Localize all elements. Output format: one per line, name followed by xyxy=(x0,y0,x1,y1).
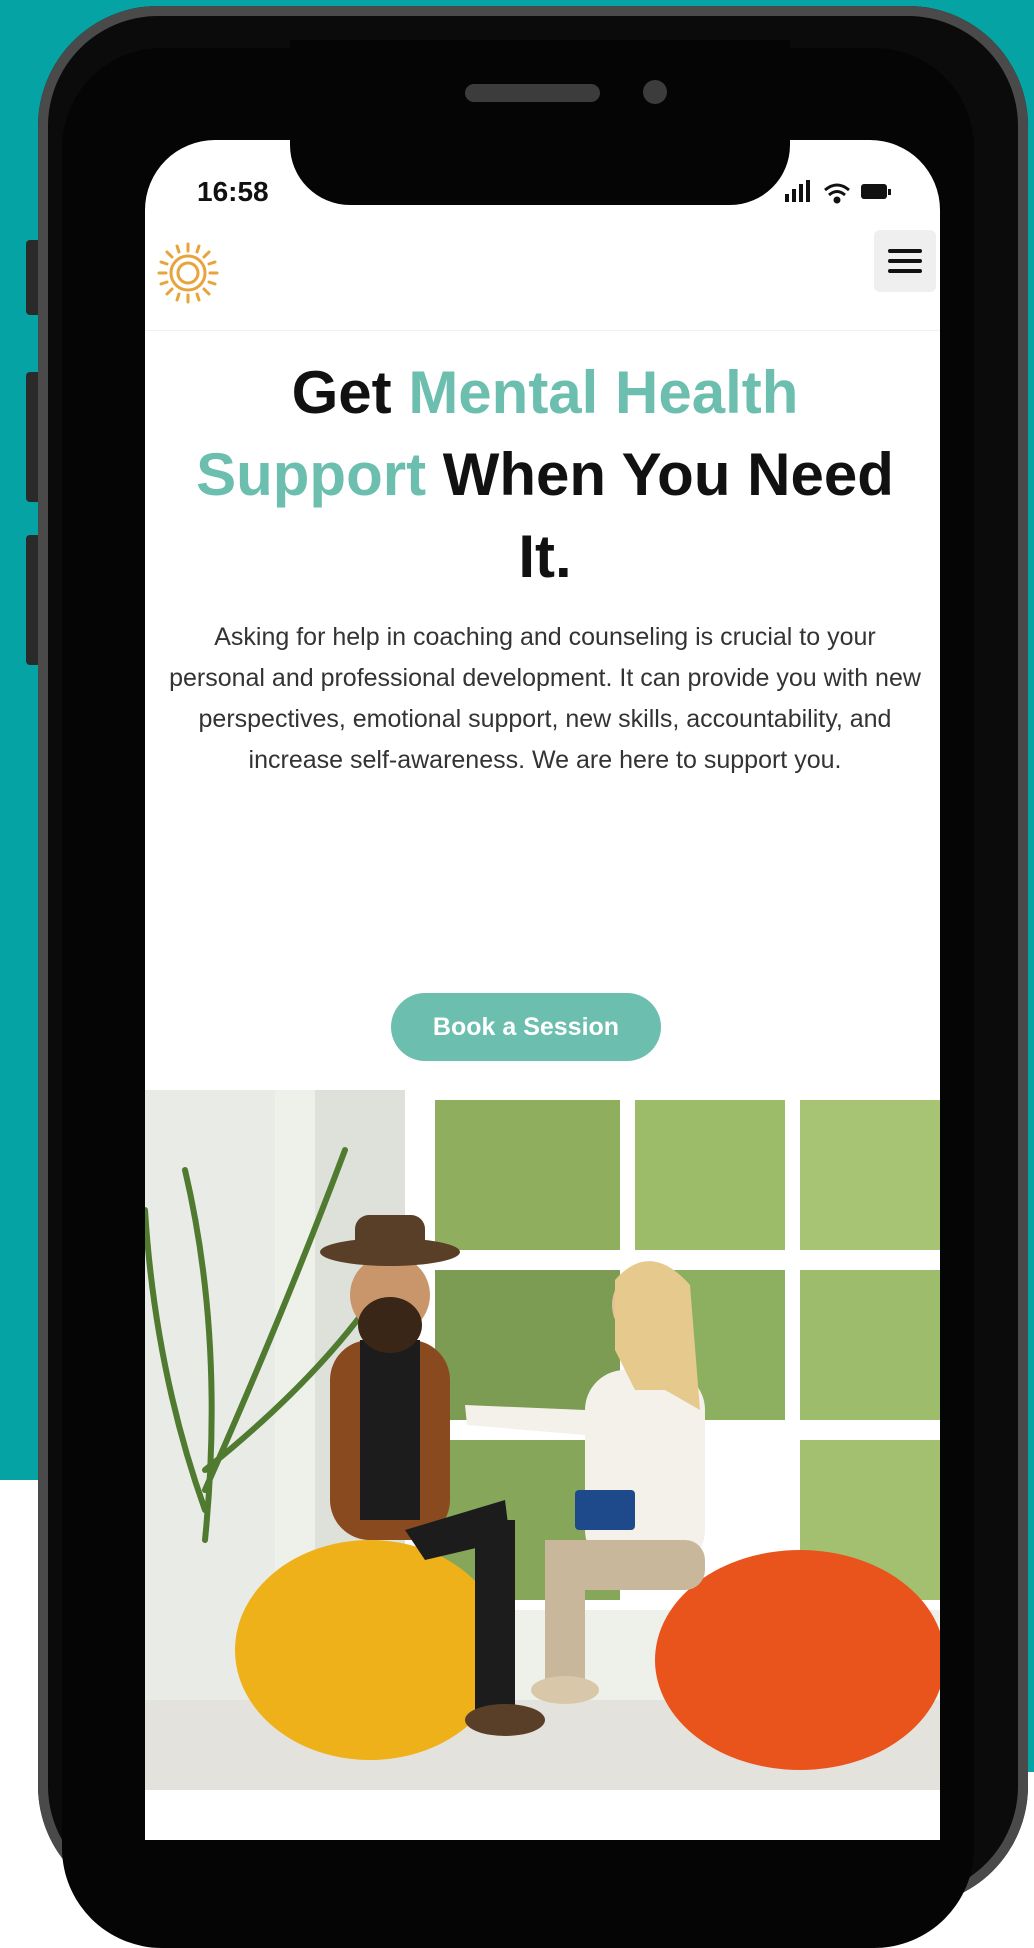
phone-screen: 16:58 Get Mental Health Support When You… xyxy=(145,140,940,1840)
front-camera xyxy=(643,80,667,104)
site-header xyxy=(145,220,940,331)
status-icons xyxy=(785,178,895,213)
wifi-icon xyxy=(824,183,850,204)
signal-icon xyxy=(785,180,810,202)
status-time: 16:58 xyxy=(197,176,269,207)
hero-description: Asking for help in coaching and counseli… xyxy=(169,623,921,774)
speaker-grille xyxy=(465,84,600,102)
hero-title-part2: When You Need It. xyxy=(426,441,894,590)
book-session-button[interactable]: Book a Session xyxy=(391,993,661,1061)
counseling-session-photo xyxy=(145,1090,940,1790)
status-icons-graphic xyxy=(785,180,891,204)
phone-notch xyxy=(290,40,790,205)
hamburger-menu-icon[interactable] xyxy=(874,230,936,292)
hero-photo xyxy=(145,1090,940,1790)
hero-title-part1: Get xyxy=(291,359,409,426)
hero-title: Get Mental Health Support When You Need … xyxy=(175,352,915,598)
sun-logo-icon[interactable] xyxy=(153,238,223,308)
battery-icon xyxy=(861,184,891,199)
